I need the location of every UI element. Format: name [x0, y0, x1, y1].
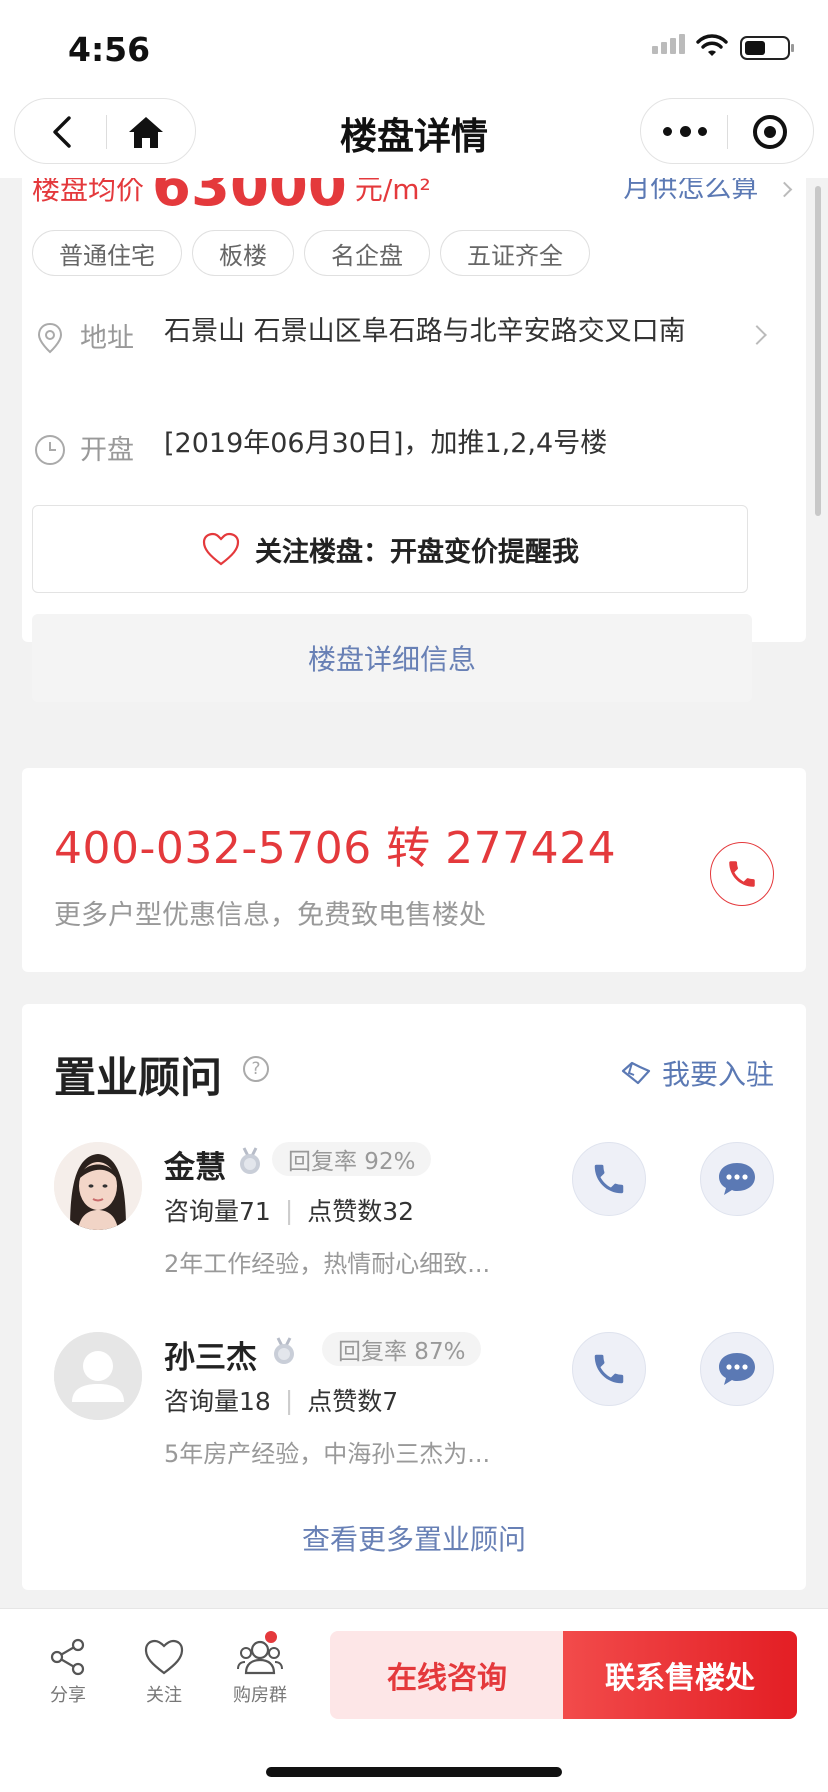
- like-count: 点赞数32: [307, 1197, 415, 1226]
- chat-bubble-icon: [719, 1353, 755, 1385]
- notification-dot: [263, 1629, 279, 1645]
- wifi-icon: [696, 34, 728, 56]
- follow-label: 关注楼盘：开盘变价提醒我: [255, 536, 579, 568]
- building-detail-button[interactable]: 楼盘详细信息: [32, 614, 752, 702]
- medal-icon: [240, 1147, 260, 1174]
- group-label: 购房群: [233, 1685, 287, 1706]
- chat-agent-button[interactable]: [700, 1142, 774, 1216]
- join-button[interactable]: 我要入驻: [620, 1053, 774, 1093]
- agent-item[interactable]: 金慧 回复率 92% 咨询量71 | 点赞数32 2年工作经验，热情耐心细致..…: [54, 1142, 774, 1292]
- join-label: 我要入驻: [661, 1058, 774, 1091]
- home-indicator: [266, 1767, 562, 1777]
- address-value: 石景山 石景山区阜石路与北辛安路交叉口南: [164, 316, 686, 347]
- battery-icon: [740, 36, 794, 60]
- clock-icon: [35, 435, 65, 465]
- tag: 五证齐全: [440, 230, 590, 276]
- phone-icon: [594, 1354, 624, 1384]
- consult-count: 咨询量18: [164, 1387, 271, 1416]
- address-label: 地址: [80, 323, 134, 354]
- agent-name: 孙三杰: [164, 1340, 257, 1376]
- avatar: [54, 1142, 142, 1230]
- follow-button[interactable]: 关注: [124, 1637, 204, 1707]
- status-time: 4:56: [68, 30, 151, 69]
- agent-description: 2年工作经验，热情耐心细致...: [164, 1250, 491, 1278]
- follow-label: 关注: [146, 1685, 182, 1706]
- avatar: [54, 1332, 142, 1420]
- tag: 名企盘: [304, 230, 430, 276]
- handshake-icon: [621, 1061, 651, 1085]
- reply-rate-badge: 回复率 87%: [322, 1332, 482, 1366]
- call-agent-button[interactable]: [572, 1332, 646, 1406]
- hotline-number[interactable]: 400-032-5706 转 277424: [54, 812, 616, 876]
- location-pin-icon: [37, 322, 63, 354]
- reply-rate-badge: 回复率 92%: [272, 1142, 432, 1176]
- scroll-content: 楼盘均价 63000 元/m² 月供怎么算 普通住宅 板楼 名企盘 五证齐全 地址 …: [0, 0, 828, 1792]
- address-row[interactable]: 地址 石景山 石景山区阜石路与北辛安路交叉口南: [32, 316, 724, 356]
- agents-title: 置业顾问: [54, 1053, 223, 1102]
- status-bar: 4:56: [0, 0, 828, 96]
- tag-list: 普通住宅 板楼 名企盘 五证齐全: [32, 230, 590, 276]
- opening-label: 开盘: [80, 435, 134, 466]
- hotline-subtitle: 更多户型优惠信息，免费致电售楼处: [54, 900, 486, 931]
- phone-icon: [594, 1164, 624, 1194]
- heart-icon: [144, 1639, 184, 1675]
- opening-row: 开盘 [2019年06月30日]，加推1,2,4号楼: [32, 428, 607, 468]
- chat-bubble-icon: [719, 1163, 755, 1195]
- tag: 板楼: [192, 230, 294, 276]
- online-consult-button[interactable]: 在线咨询: [330, 1631, 564, 1719]
- share-icon: [50, 1638, 85, 1676]
- share-button[interactable]: 分享: [28, 1637, 108, 1707]
- bottom-action-bar: 分享 关注 购房群 在线咨询 联系售楼处: [0, 1608, 828, 1792]
- nav-bar: 楼盘详情: [0, 96, 828, 178]
- call-hotline-button[interactable]: [710, 842, 774, 906]
- group-button[interactable]: 购房群: [220, 1629, 300, 1707]
- tag: 普通住宅: [32, 230, 182, 276]
- close-target-icon[interactable]: [753, 115, 787, 149]
- agent-description: 5年房产经验，中海孙三杰为...: [164, 1440, 491, 1468]
- medal-icon: [274, 1337, 294, 1364]
- chevron-right-icon: [776, 181, 793, 198]
- more-icon[interactable]: [663, 117, 707, 145]
- follow-building-button[interactable]: 关注楼盘：开盘变价提醒我: [32, 505, 748, 593]
- agent-stats: 咨询量18 | 点赞数7: [164, 1382, 398, 1418]
- signal-icon: [652, 34, 685, 54]
- like-count: 点赞数7: [307, 1387, 399, 1416]
- heart-icon: [202, 532, 240, 566]
- help-icon[interactable]: ?: [243, 1056, 269, 1082]
- call-agent-button[interactable]: [572, 1142, 646, 1216]
- nav-right-capsule: [640, 98, 814, 164]
- consult-count: 咨询量71: [164, 1197, 271, 1226]
- opening-value: [2019年06月30日]，加推1,2,4号楼: [164, 428, 608, 459]
- contact-sales-button[interactable]: 联系售楼处: [563, 1631, 797, 1719]
- agent-stats: 咨询量71 | 点赞数32: [164, 1192, 414, 1228]
- agent-item[interactable]: 孙三杰 回复率 87% 咨询量18 | 点赞数7 5年房产经验，中海孙三杰为..…: [54, 1332, 774, 1482]
- more-agents-link[interactable]: 查看更多置业顾问: [0, 1518, 828, 1558]
- scrollbar[interactable]: [815, 186, 821, 516]
- chat-agent-button[interactable]: [700, 1332, 774, 1406]
- phone-icon: [729, 861, 755, 887]
- share-label: 分享: [50, 1685, 86, 1706]
- agent-name: 金慧: [164, 1150, 226, 1186]
